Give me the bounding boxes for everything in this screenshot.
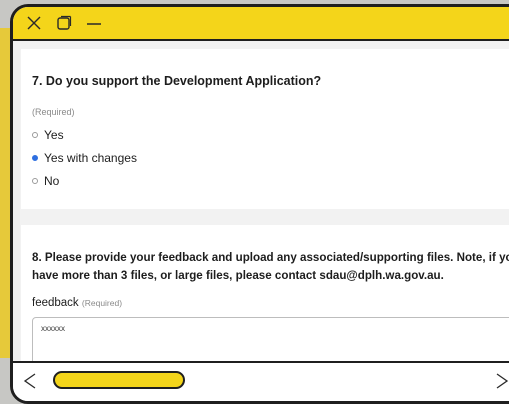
feedback-label-text: feedback bbox=[32, 297, 79, 309]
horizontal-scroll-thumb[interactable] bbox=[53, 371, 185, 389]
chevron-left-icon[interactable] bbox=[23, 371, 37, 391]
question-card-7: 7. Do you support the Development Applic… bbox=[21, 49, 509, 209]
radio-unchecked-icon[interactable] bbox=[32, 178, 38, 184]
maximize-icon[interactable] bbox=[55, 14, 73, 32]
form-content: 7. Do you support the Development Applic… bbox=[13, 41, 509, 377]
question-7-title: 7. Do you support the Development Applic… bbox=[32, 74, 322, 88]
radio-checked-icon[interactable] bbox=[32, 155, 38, 161]
question-8-title: 8. Please provide your feedback and uplo… bbox=[32, 251, 509, 282]
radio-label: Yes bbox=[44, 128, 64, 142]
minimize-icon[interactable] bbox=[85, 14, 103, 32]
radio-label: Yes with changes bbox=[44, 151, 137, 165]
radio-unchecked-icon[interactable] bbox=[32, 132, 38, 138]
radio-label: No bbox=[44, 174, 60, 188]
radio-option-yes-with-changes[interactable]: Yes with changes bbox=[32, 150, 137, 166]
title-bar bbox=[13, 7, 509, 41]
browser-window: 7. Do you support the Development Applic… bbox=[10, 4, 509, 404]
required-note: (Required) bbox=[32, 107, 75, 117]
close-icon[interactable] bbox=[25, 14, 43, 32]
radio-option-no[interactable]: No bbox=[32, 173, 59, 189]
feedback-required-note: (Required) bbox=[81, 298, 123, 308]
radio-option-yes[interactable]: Yes bbox=[32, 127, 64, 143]
bottom-scroll-bar bbox=[13, 361, 509, 401]
chevron-right-icon[interactable] bbox=[495, 371, 509, 391]
feedback-label: feedback (Required) bbox=[32, 297, 122, 309]
question-card-8: 8. Please provide your feedback and uplo… bbox=[21, 225, 509, 377]
